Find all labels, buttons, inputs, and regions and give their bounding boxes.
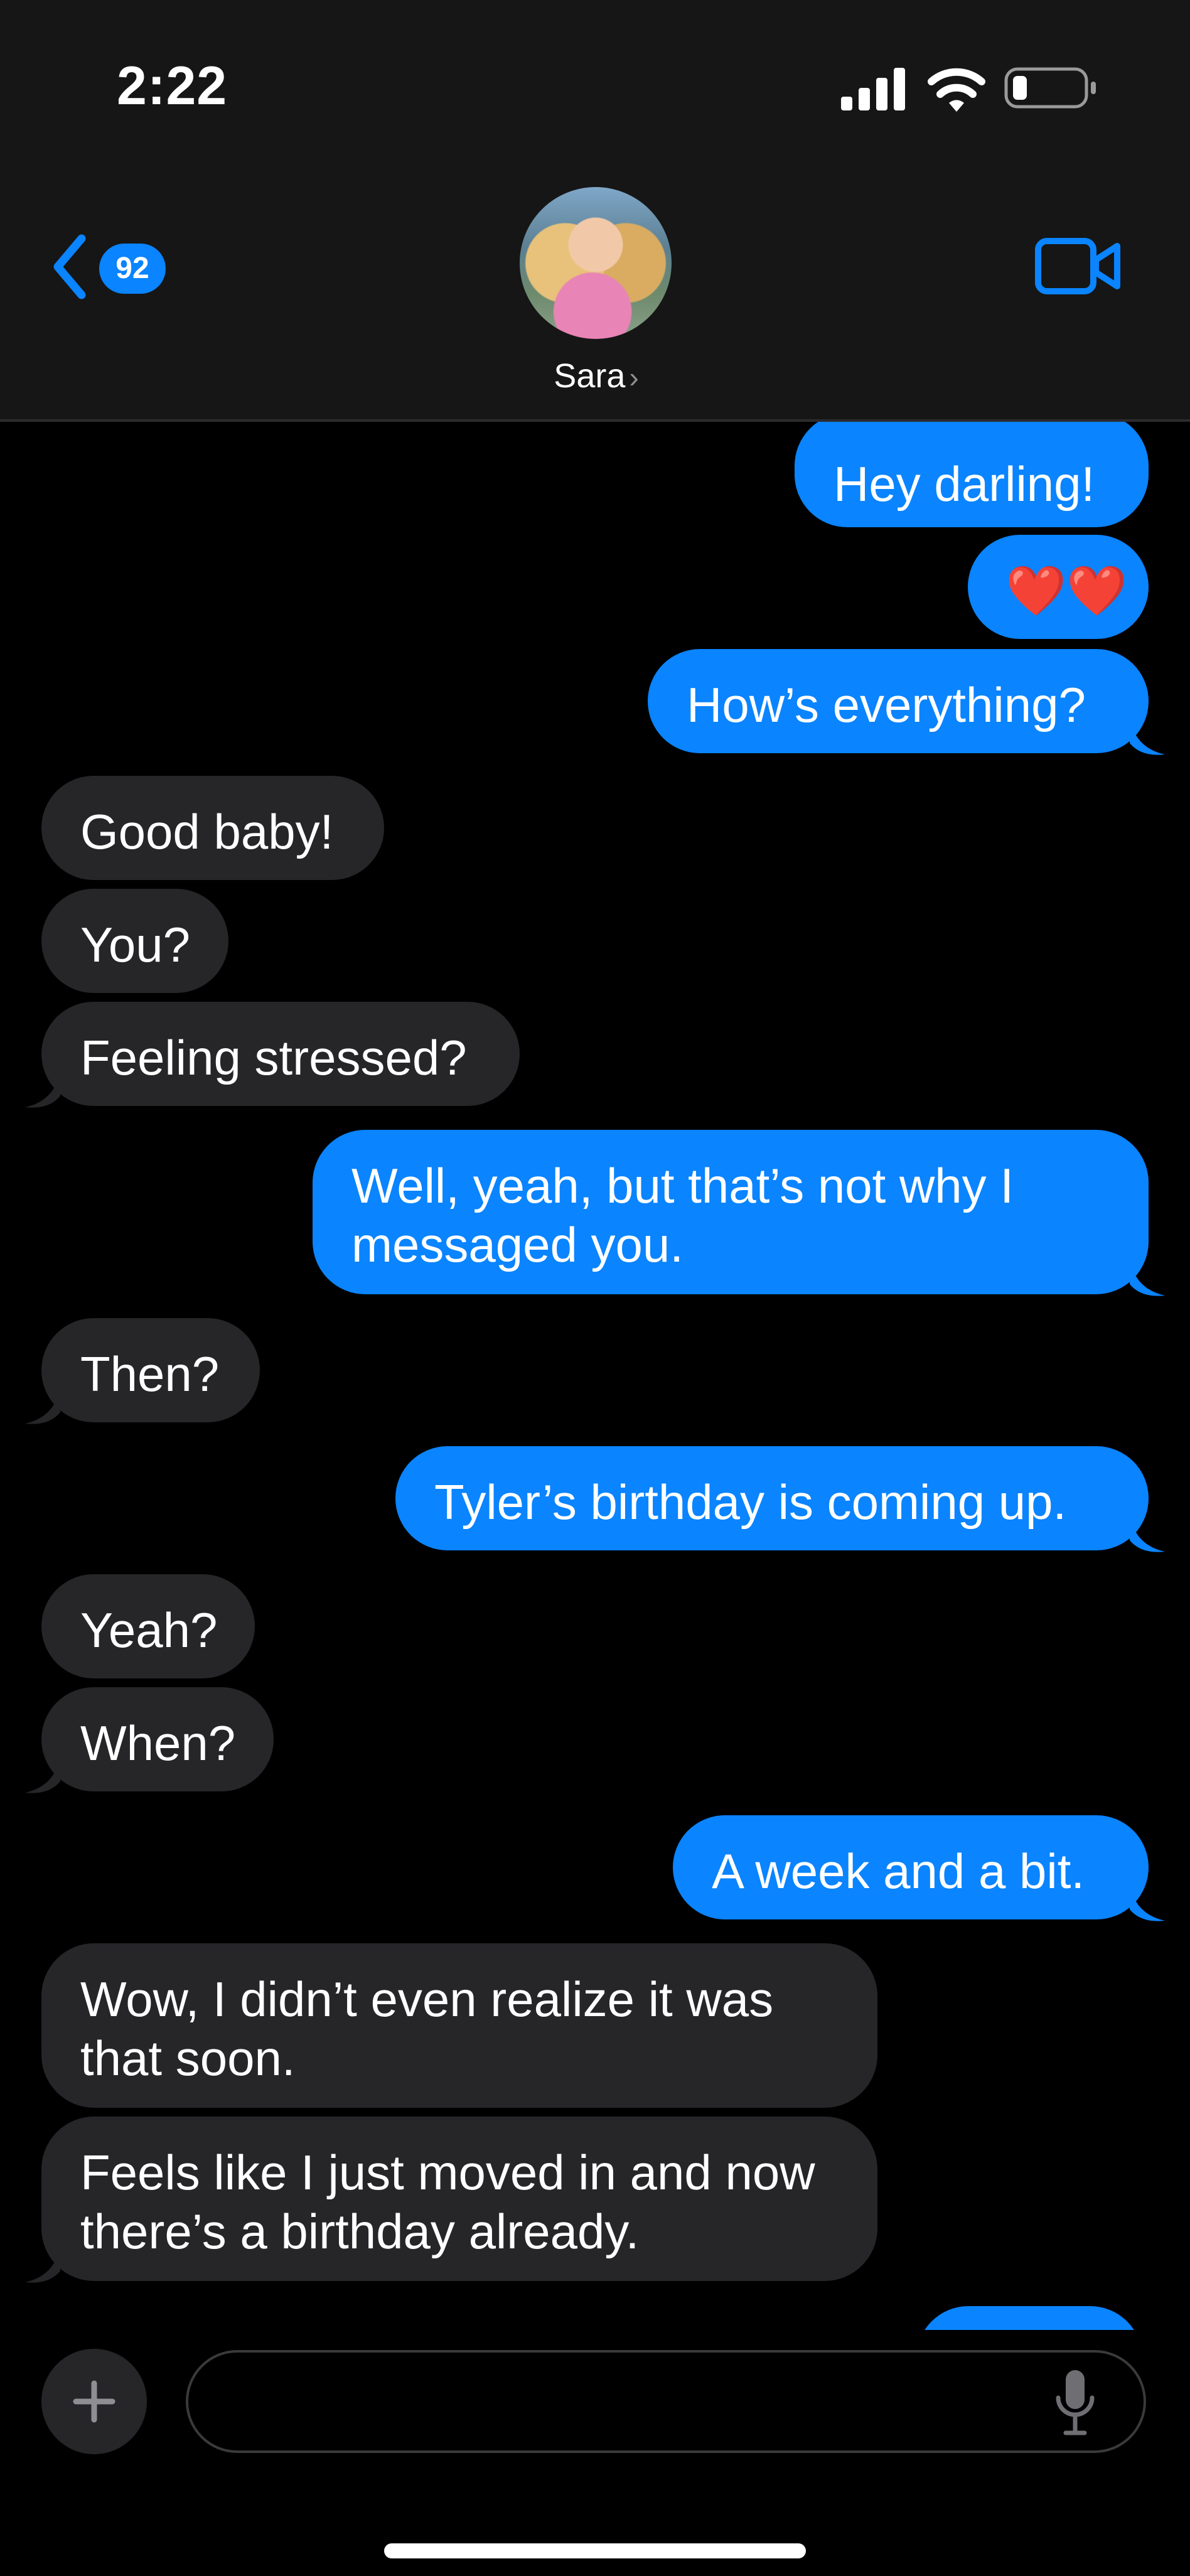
message-composer	[0, 2330, 1190, 2576]
home-indicator[interactable]	[384, 2543, 806, 2558]
chevron-right-icon: ›	[629, 361, 639, 394]
message-input[interactable]	[186, 2350, 1146, 2453]
message-received[interactable]: Then?	[41, 1318, 260, 1422]
video-camera-icon[interactable]	[1034, 233, 1122, 299]
message-received[interactable]: You?	[41, 889, 228, 993]
contact-avatar	[520, 187, 672, 339]
message-received[interactable]: Feeling stressed?	[41, 1002, 520, 1106]
message-tail	[25, 1072, 60, 1108]
message-sent-partial[interactable]	[916, 2306, 1142, 2330]
microphone-icon[interactable]	[1054, 2368, 1096, 2437]
add-attachment-button[interactable]	[41, 2349, 147, 2454]
message-tail	[25, 1758, 60, 1793]
message-tail	[25, 2247, 60, 2283]
message-sent[interactable]: A week and a bit.	[673, 1815, 1149, 1919]
status-bar: 2:22	[0, 0, 1190, 163]
message-received[interactable]: Yeah?	[41, 1574, 255, 1678]
conversation-header: 92 Sara ›	[0, 163, 1190, 422]
status-time: 2:22	[117, 56, 228, 116]
message-sent[interactable]: Well, yeah, but that’s not why I message…	[313, 1130, 1149, 1294]
contact-name: Sara ›	[502, 357, 690, 395]
message-received[interactable]: Good baby!	[41, 776, 384, 880]
message-sent[interactable]: Tyler’s birthday is coming up.	[395, 1446, 1149, 1550]
unread-count-badge: 92	[99, 244, 166, 294]
chevron-left-icon	[53, 234, 86, 299]
contact-info-button[interactable]: Sara ›	[502, 187, 690, 400]
plus-icon	[73, 2380, 115, 2423]
message-received[interactable]: Wow, I didn’t even realize it was that s…	[41, 1943, 877, 2108]
message-received[interactable]: When?	[41, 1687, 274, 1791]
message-received[interactable]: Feels like I just moved in and now there…	[41, 2117, 877, 2281]
wifi-icon	[928, 68, 985, 112]
message-tail	[1130, 719, 1165, 755]
contact-name-label: Sara	[554, 357, 626, 395]
back-button[interactable]: 92	[44, 226, 182, 314]
message-sent[interactable]: Hey darling!	[795, 422, 1149, 527]
cellular-signal-icon	[841, 68, 905, 110]
message-tail	[1130, 1516, 1165, 1552]
message-sent[interactable]: ❤️❤️	[968, 535, 1149, 639]
message-sent[interactable]: How’s everything?	[648, 649, 1149, 753]
message-tail	[25, 1388, 60, 1424]
message-thread[interactable]: Hey darling! ❤️❤️ How’s everything? Good…	[0, 422, 1190, 2330]
battery-icon	[1004, 67, 1096, 109]
message-tail	[1130, 1886, 1165, 1921]
message-tail	[1130, 1260, 1165, 1296]
